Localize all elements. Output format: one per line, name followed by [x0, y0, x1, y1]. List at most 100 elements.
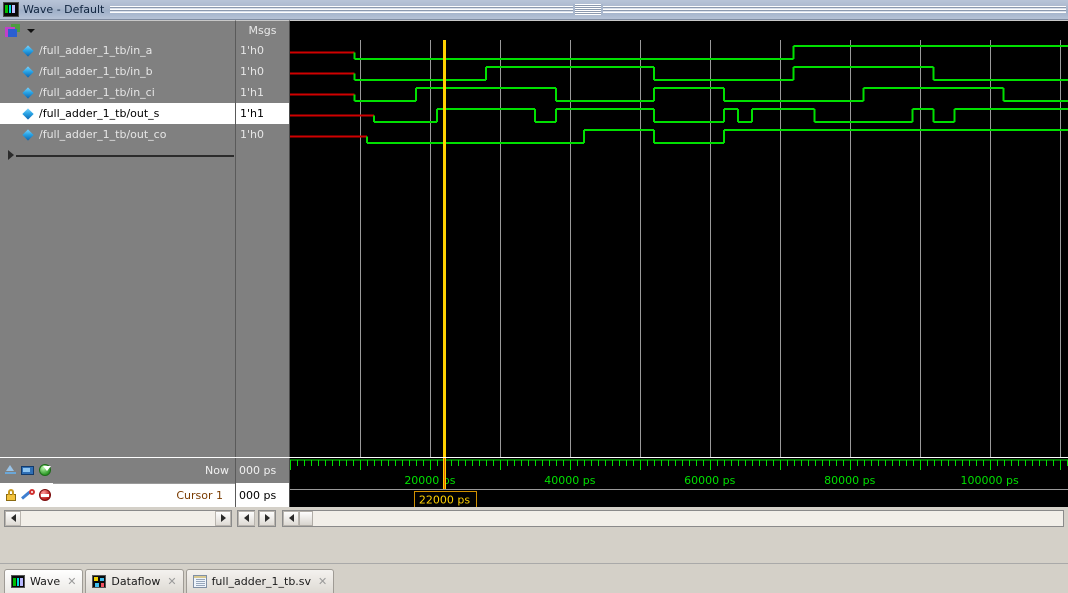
signal-name-pane[interactable]: /full_adder_1_tb/in_a /full_adder_1_tb/i… [0, 40, 236, 457]
vals-scroll-right-button[interactable] [258, 509, 276, 527]
signal-value-pane: 1'h0 1'h0 1'h1 1'h1 1'h0 [236, 40, 290, 457]
svg-text:60000 ps: 60000 ps [684, 474, 735, 487]
screen-icon[interactable] [21, 463, 36, 478]
now-value: 000 ps [236, 458, 289, 483]
now-row: Now [0, 458, 235, 483]
wave-scroll-track[interactable] [313, 510, 1063, 526]
bottom-tab-bar: Wave ✕ Dataflow ✕ full_adder_1_tb.sv ✕ [0, 563, 1068, 593]
cursor-value: 000 ps [236, 483, 289, 508]
titlebar-rail [110, 4, 1066, 15]
wave-body: /full_adder_1_tb/in_a /full_adder_1_tb/i… [0, 40, 1068, 457]
now-icon-group [0, 463, 53, 478]
msgs-column-header: Msgs [236, 20, 290, 40]
window-titlebar: Wave - Default [0, 0, 1068, 20]
signal-name-label: /full_adder_1_tb/in_b [39, 65, 153, 78]
signal-diamond-icon [22, 66, 34, 78]
tab-label: Wave [30, 575, 61, 588]
wave-window: Wave - Default Msgs /full_adder_1_tb/in_… [0, 0, 1068, 593]
signal-name-label: /full_adder_1_tb/out_s [39, 107, 160, 120]
names-hscrollbar[interactable] [4, 509, 232, 527]
delete-cursor-icon[interactable] [38, 488, 53, 503]
green-next-icon[interactable] [38, 463, 53, 478]
names-scroll-left-button[interactable] [5, 510, 21, 526]
value-text: 1'h1 [240, 86, 264, 99]
cursor-info-bar: Now Cursor 1 000 ps 000 ps 20000 ps 40000… [0, 457, 1068, 508]
signal-row-out_co[interactable]: /full_adder_1_tb/out_co [0, 124, 235, 145]
vals-left-button[interactable] [238, 510, 255, 526]
signal-row-in_ci[interactable]: /full_adder_1_tb/in_ci [0, 82, 235, 103]
wave-window-icon [3, 2, 19, 17]
source-file-icon [192, 575, 207, 588]
tab-label: Dataflow [111, 575, 161, 588]
svg-text:100000 ps: 100000 ps [961, 474, 1019, 487]
wave-objects-gem-icon[interactable] [5, 23, 22, 38]
signal-name-label: /full_adder_1_tb/in_a [39, 44, 153, 57]
tree-line [16, 155, 234, 157]
signal-diamond-icon [22, 87, 34, 99]
wrench-icon[interactable] [21, 488, 36, 503]
marker-arrow-icon[interactable] [4, 463, 19, 478]
left-arrow-icon [244, 514, 249, 522]
vals-right-button[interactable] [259, 510, 275, 526]
value-text: 1'h1 [240, 107, 264, 120]
time-ruler-svg: 20000 ps 40000 ps 60000 ps 80000 ps 100000 p… [290, 458, 1068, 507]
names-scroll-track[interactable] [21, 510, 215, 526]
right-arrow-icon [220, 514, 226, 522]
close-icon[interactable]: ✕ [65, 575, 76, 588]
wave-header-row: Msgs [0, 20, 1068, 40]
wave-tab-icon [11, 575, 25, 588]
tab-source-file[interactable]: full_adder_1_tb.sv ✕ [185, 569, 335, 593]
expand-triangle-icon[interactable] [8, 150, 14, 160]
svg-text:22000 ps: 22000 ps [419, 494, 470, 507]
svg-text:20000 ps: 20000 ps [404, 474, 455, 487]
tree-expander[interactable] [8, 150, 235, 161]
close-icon[interactable]: ✕ [316, 575, 327, 588]
waveform-svg [290, 40, 1068, 457]
signal-name-label: /full_adder_1_tb/out_co [39, 128, 167, 141]
close-icon[interactable]: ✕ [165, 575, 176, 588]
lock-icon[interactable] [4, 488, 19, 503]
signal-diamond-icon [22, 45, 34, 57]
svg-text:40000 ps: 40000 ps [544, 474, 595, 487]
tab-label: full_adder_1_tb.sv [211, 575, 312, 588]
value-text: 1'h0 [240, 128, 264, 141]
value-row-out_co: 1'h0 [236, 124, 289, 145]
names-header [0, 20, 236, 40]
vals-scroll-left-button[interactable] [237, 509, 255, 527]
scrollbar-row [0, 507, 1068, 529]
tab-wave[interactable]: Wave ✕ [4, 569, 84, 593]
waveform-canvas[interactable] [290, 40, 1068, 457]
wave-hscrollbar[interactable] [282, 509, 1064, 527]
chevron-down-icon[interactable] [27, 28, 35, 33]
svg-text:80000 ps: 80000 ps [824, 474, 875, 487]
cursor-label: Cursor 1 [176, 489, 223, 502]
value-row-in_b: 1'h0 [236, 61, 289, 82]
left-arrow-icon [10, 514, 16, 522]
signal-diamond-icon [22, 108, 34, 120]
value-text: 1'h0 [240, 65, 264, 78]
wave-scroll-thumb[interactable] [299, 510, 313, 526]
titlebar-grip[interactable] [573, 4, 604, 15]
cursor-icon-group [0, 488, 53, 503]
value-row-in_a: 1'h0 [236, 40, 289, 61]
signal-name-label: /full_adder_1_tb/in_ci [39, 86, 155, 99]
signal-diamond-icon [22, 129, 34, 141]
signal-row-out_s[interactable]: /full_adder_1_tb/out_s [0, 103, 235, 124]
cursor-info-labels: Now Cursor 1 [0, 458, 236, 508]
time-ruler[interactable]: 20000 ps 40000 ps 60000 ps 80000 ps 100000 p… [290, 458, 1068, 507]
dataflow-tab-icon [92, 575, 107, 588]
cursor-info-values: 000 ps 000 ps [236, 458, 290, 508]
cursor-name-field[interactable]: Cursor 1 [53, 483, 235, 508]
cursor-row[interactable]: Cursor 1 [0, 483, 235, 508]
tab-dataflow[interactable]: Dataflow ✕ [85, 569, 184, 593]
signal-row-in_a[interactable]: /full_adder_1_tb/in_a [0, 40, 235, 61]
wave-scroll-left-button[interactable] [283, 510, 299, 526]
now-label: Now [205, 464, 229, 477]
value-text: 1'h0 [240, 44, 264, 57]
window-title: Wave - Default [23, 3, 105, 16]
names-scroll-right-button[interactable] [215, 510, 231, 526]
left-arrow-icon [288, 514, 294, 522]
value-row-in_ci: 1'h1 [236, 82, 289, 103]
signal-row-in_b[interactable]: /full_adder_1_tb/in_b [0, 61, 235, 82]
wave-header-spacer [290, 20, 1068, 40]
